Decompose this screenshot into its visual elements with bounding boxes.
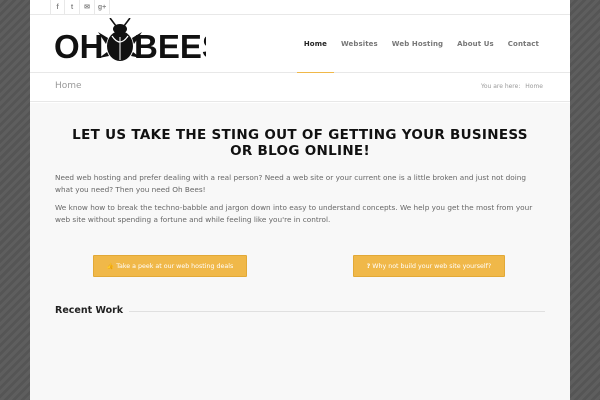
google-plus-icon[interactable]: g+ (95, 0, 110, 14)
page-container: f t ✉ g+ OH BEES Hom (30, 0, 570, 400)
twitter-icon[interactable]: t (65, 0, 80, 14)
background-pattern-left (0, 0, 30, 400)
social-links: f t ✉ g+ (50, 0, 110, 14)
recent-work-heading: Recent Work (55, 304, 124, 316)
social-bar: f t ✉ g+ (30, 0, 570, 15)
nav-item-contact[interactable]: Contact (501, 15, 546, 73)
main-navigation: Home Websites Web Hosting About Us Conta… (296, 15, 546, 74)
mail-icon[interactable]: ✉ (80, 0, 95, 14)
facebook-icon[interactable]: f (50, 0, 65, 14)
hero-headline: LET US TAKE THE STING OUT OF GETTING YOU… (72, 127, 528, 159)
intro-paragraph: Need web hosting and prefer dealing with… (55, 173, 527, 194)
site-logo[interactable]: OH BEES (54, 17, 224, 70)
cta-buttons: 👍 Take a peek at our web hosting deals ?… (30, 255, 570, 277)
hosting-deals-label: Take a peek at our web hosting deals (116, 262, 234, 270)
breadcrumb: You are here: Home (481, 83, 543, 90)
hosting-deals-button[interactable]: 👍 Take a peek at our web hosting deals (93, 255, 247, 277)
title-bar: Home You are here: Home (30, 73, 570, 102)
breadcrumb-home-link[interactable]: Home (525, 83, 543, 90)
nav-item-about-us[interactable]: About Us (450, 15, 501, 73)
recent-work-section: Recent Work (55, 303, 545, 317)
build-yourself-label: Why not build your web site yourself? (372, 262, 492, 270)
build-yourself-button[interactable]: ? Why not build your web site yourself? (353, 255, 505, 277)
svg-text:OH: OH (54, 28, 104, 65)
thumbs-up-icon: 👍 (106, 262, 115, 270)
page-title: Home (55, 81, 82, 91)
background-pattern-right (570, 0, 600, 400)
nav-item-websites[interactable]: Websites (334, 15, 385, 73)
nav-item-home[interactable]: Home (296, 15, 335, 74)
site-header: OH BEES Home Websites Web Hosting About … (30, 15, 570, 74)
section-divider (129, 310, 545, 312)
breadcrumb-prefix: You are here: (480, 83, 521, 90)
about-paragraph: We know how to break the techno-babble a… (55, 203, 533, 224)
main-content: LET US TAKE THE STING OUT OF GETTING YOU… (30, 103, 570, 400)
svg-text:BEES: BEES (134, 28, 206, 65)
question-icon: ? (366, 262, 371, 270)
nav-item-web-hosting[interactable]: Web Hosting (385, 15, 450, 73)
bee-logo-graphic: OH BEES (54, 17, 224, 65)
